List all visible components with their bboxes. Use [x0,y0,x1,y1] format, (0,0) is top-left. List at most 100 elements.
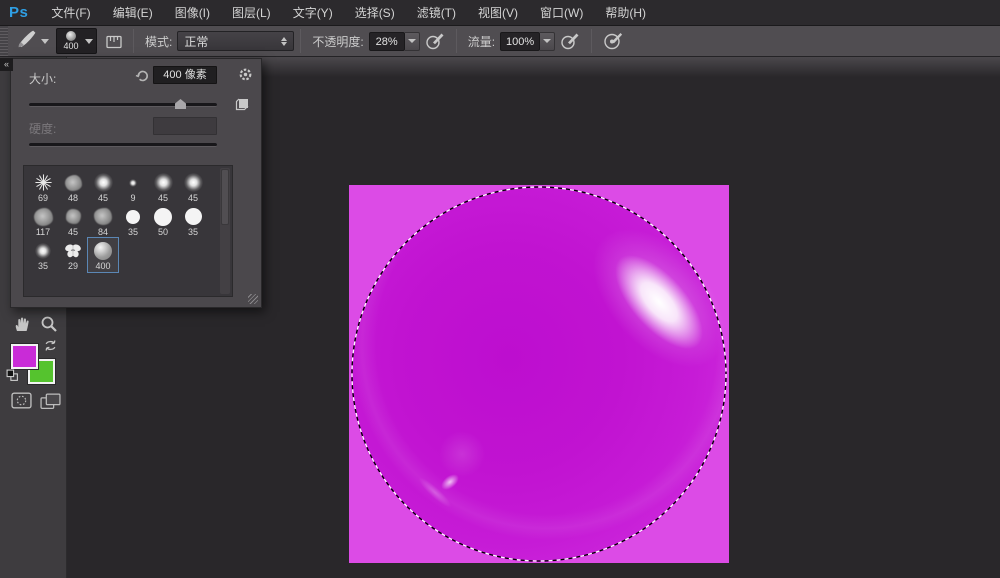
screen-mode-icon [40,393,61,410]
default-colors-button[interactable] [6,369,19,387]
soft-round-brush-icon [35,240,51,261]
ps-logo: Ps [9,4,28,21]
panel-menu-button[interactable] [238,67,253,87]
brush-preset[interactable]: 45 [58,204,88,238]
brush-preset[interactable]: 84 [88,204,118,238]
brush-preset[interactable]: 35 [118,204,148,238]
butterfly-brush-icon [63,240,83,261]
toggle-brush-panel-button[interactable] [105,32,123,50]
flow-label: 流量: [468,33,495,50]
brush-preset[interactable]: 9 [118,170,148,204]
options-bar: 400 模式: 正常 不透明度: 28% [0,26,1000,57]
soft-round-brush-icon [94,172,113,193]
brush-preset[interactable]: 45 [148,170,178,204]
zoom-tool-button[interactable] [40,315,58,338]
brush-icon [15,28,38,54]
screen-mode-button[interactable] [40,393,61,415]
brush-preset[interactable]: 69 [28,170,58,204]
hand-tool-button[interactable] [12,315,32,338]
menu-edit[interactable]: 编辑(E) [102,0,164,26]
texture-brush-icon [94,206,112,227]
texture-brush-icon [65,172,82,193]
chevron-down-icon [543,39,551,43]
size-input[interactable]: 400 像素 [153,66,217,84]
flow-control: 100% [500,32,555,51]
hardness-slider [29,143,217,147]
document-canvas[interactable] [349,185,729,563]
panel-resize-grip[interactable] [248,294,258,304]
brush-preset[interactable]: 35 [28,238,58,272]
soft-round-brush-icon [184,172,203,193]
brush-preset[interactable]: 45 [88,170,118,204]
default-colors-icon [6,369,19,382]
blend-mode-select[interactable]: 正常 [177,31,294,51]
texture-brush-icon [66,206,81,227]
updown-arrows-icon [281,37,287,46]
menu-bar: Ps 文件(F) 编辑(E) 图像(I) 图层(L) 文字(Y) 选择(S) 滤… [0,0,1000,26]
menu-help[interactable]: 帮助(H) [594,0,657,26]
starburst-brush-icon [34,172,53,193]
separator [133,29,134,53]
opacity-label: 不透明度: [312,33,363,50]
flow-pressure-button[interactable] [559,31,581,51]
chevron-down-icon [41,39,49,44]
collapse-panel-button[interactable]: « [0,58,13,71]
menu-filter[interactable]: 滤镜(T) [406,0,467,26]
gear-icon [238,67,253,82]
chevron-down-icon [408,39,416,43]
brush-preset[interactable]: 117 [28,204,58,238]
separator [300,29,301,53]
menu-select[interactable]: 选择(S) [344,0,406,26]
selection-marching-ants [349,185,729,563]
new-brush-button[interactable] [234,96,250,117]
brush-preset-panel: 大小: 400 像素 硬度: [10,58,262,308]
brush-preset[interactable]: 29 [58,238,88,272]
new-brush-icon [234,96,250,112]
foreground-color-swatch[interactable] [11,344,38,369]
swap-arrows-icon [44,339,57,352]
brush-size-value: 400 [63,41,78,51]
bubble-brush-icon [94,240,112,261]
separator [591,29,592,53]
opacity-pressure-button[interactable] [424,31,446,51]
opacity-input[interactable]: 28% [369,32,405,51]
size-label: 大小: [29,70,56,87]
brush-preset-picker[interactable]: 400 [56,28,97,54]
opacity-dropdown-button[interactable] [405,32,420,51]
menu-layer[interactable]: 图层(L) [221,0,282,26]
brush-tool-button[interactable] [12,26,52,56]
brush-preset[interactable]: 45 [178,170,208,204]
menu-image[interactable]: 图像(I) [164,0,221,26]
photoshop-window: Ps 文件(F) 编辑(E) 图像(I) 图层(L) 文字(Y) 选择(S) 滤… [0,0,1000,578]
texture-brush-icon [34,206,53,227]
brush-preset[interactable]: 35 [178,204,208,238]
menu-type[interactable]: 文字(Y) [282,0,344,26]
menu-view[interactable]: 视图(V) [467,0,529,26]
hand-icon [12,315,32,333]
flow-dropdown-button[interactable] [540,32,555,51]
flow-input[interactable]: 100% [500,32,540,51]
hardness-label: 硬度: [29,120,56,137]
brush-preset[interactable]: 50 [148,204,178,238]
swap-colors-button[interactable] [44,339,57,357]
brush-preset-selected[interactable]: 400 [88,238,118,272]
airbrush-button[interactable] [602,31,624,51]
options-bar-grip[interactable] [0,26,8,56]
hard-round-brush-icon [154,206,172,227]
hard-round-brush-icon [126,206,140,227]
quick-mask-button[interactable] [11,392,32,414]
brush-preset[interactable]: 48 [58,170,88,204]
menu-file[interactable]: 文件(F) [40,0,101,26]
blend-mode-value: 正常 [184,33,281,50]
size-slider-thumb[interactable] [175,99,186,109]
chevron-down-icon [85,39,93,44]
size-slider[interactable] [29,103,217,107]
presets-scrollbar-thumb[interactable] [221,169,229,225]
reset-size-button[interactable] [135,68,150,88]
presets-scrollbar[interactable] [220,168,230,294]
separator [456,29,457,53]
mode-label: 模式: [145,33,172,50]
menu-window[interactable]: 窗口(W) [529,0,594,26]
soft-round-brush-icon [154,172,173,193]
reset-arrow-icon [135,68,150,83]
